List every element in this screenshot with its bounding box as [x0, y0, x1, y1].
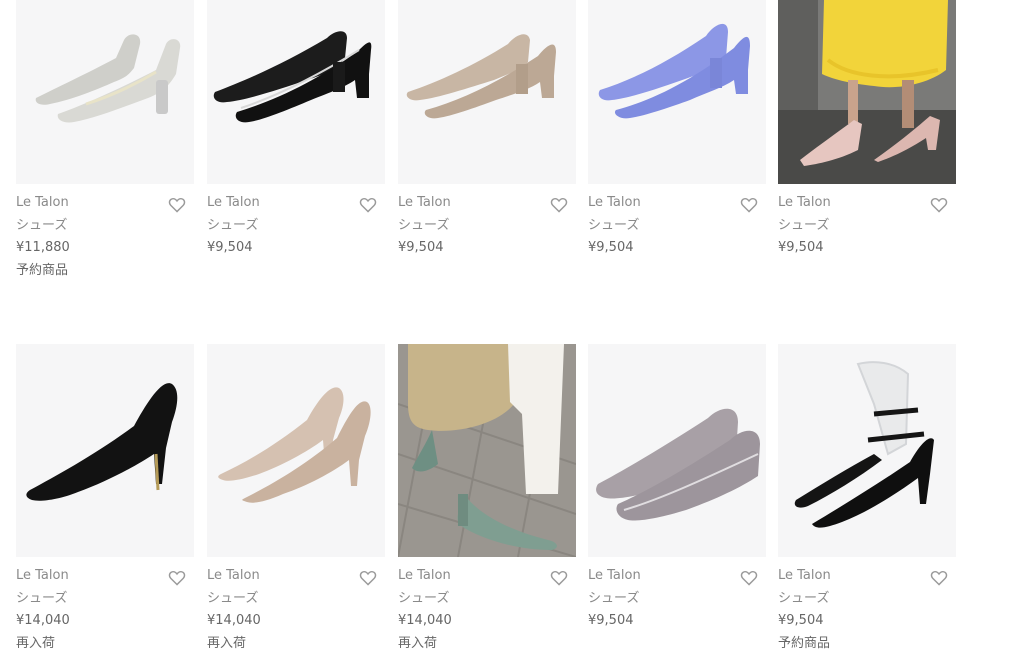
- product-price: ¥9,504: [778, 237, 956, 260]
- heart-outline-icon[interactable]: [359, 570, 377, 586]
- heart-outline-icon[interactable]: [550, 197, 568, 213]
- product-category[interactable]: シューズ: [16, 588, 194, 611]
- product-status-tag: 再入荷: [16, 633, 194, 655]
- product-category[interactable]: シューズ: [16, 215, 194, 238]
- product-price: ¥14,040: [16, 610, 194, 633]
- product-price: ¥9,504: [778, 610, 956, 633]
- product-category[interactable]: シューズ: [207, 215, 385, 238]
- heart-outline-icon[interactable]: [168, 570, 186, 586]
- product-price: ¥9,504: [398, 237, 576, 260]
- product-category[interactable]: シューズ: [398, 588, 576, 611]
- product-category[interactable]: シューズ: [588, 588, 766, 611]
- heart-outline-icon[interactable]: [740, 197, 758, 213]
- heart-outline-icon[interactable]: [359, 197, 377, 213]
- product-price: ¥14,040: [207, 610, 385, 633]
- product-image[interactable]: [588, 0, 766, 184]
- product-image[interactable]: [16, 0, 194, 184]
- product-category[interactable]: シューズ: [778, 215, 956, 238]
- product-image[interactable]: [16, 344, 194, 557]
- product-category[interactable]: シューズ: [778, 588, 956, 611]
- product-status-tag: 予約商品: [778, 633, 956, 655]
- product-price: ¥9,504: [588, 610, 766, 633]
- heart-outline-icon[interactable]: [930, 570, 948, 586]
- product-category[interactable]: シューズ: [588, 215, 766, 238]
- product-image[interactable]: [207, 0, 385, 184]
- product-price: ¥14,040: [398, 610, 576, 633]
- product-image[interactable]: [778, 344, 956, 557]
- heart-outline-icon[interactable]: [740, 570, 758, 586]
- product-image[interactable]: [398, 344, 576, 557]
- product-status-tag: 予約商品: [16, 260, 194, 283]
- heart-outline-icon[interactable]: [930, 197, 948, 213]
- heart-outline-icon[interactable]: [168, 197, 186, 213]
- product-category[interactable]: シューズ: [207, 588, 385, 611]
- product-image[interactable]: [207, 344, 385, 557]
- product-price: ¥9,504: [207, 237, 385, 260]
- product-price: ¥11,880: [16, 237, 194, 260]
- product-category[interactable]: シューズ: [398, 215, 576, 238]
- product-price: ¥9,504: [588, 237, 766, 260]
- product-image[interactable]: [398, 0, 576, 184]
- product-status-tag: 再入荷: [398, 633, 576, 655]
- heart-outline-icon[interactable]: [550, 570, 568, 586]
- product-image[interactable]: [778, 0, 956, 184]
- product-image[interactable]: [588, 344, 766, 557]
- product-status-tag: 再入荷: [207, 633, 385, 655]
